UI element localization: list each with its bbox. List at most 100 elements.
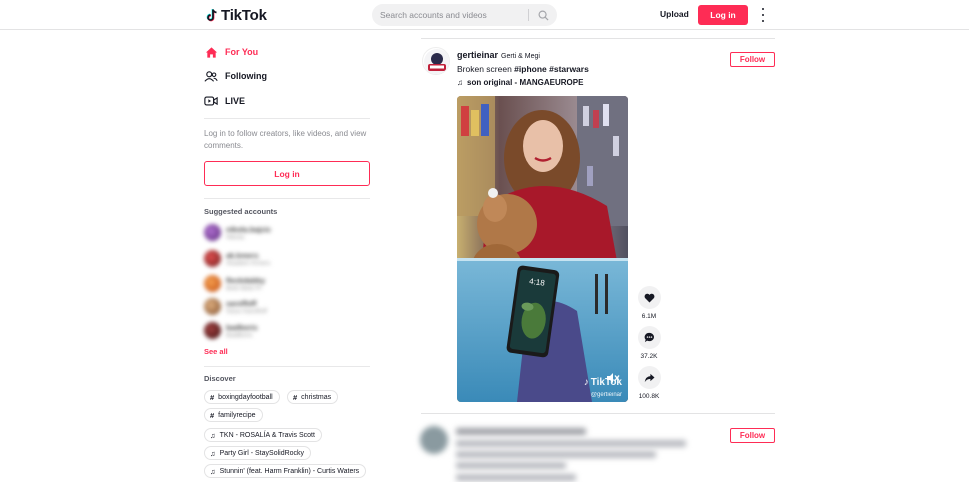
tiktok-logo[interactable]: TikTok bbox=[206, 6, 267, 24]
hashtag-icon: # bbox=[293, 392, 298, 402]
account-name: nikola.bajcic bbox=[226, 225, 272, 234]
see-all-link[interactable]: See all bbox=[204, 347, 228, 356]
more-options-icon[interactable] bbox=[758, 8, 768, 22]
author-username[interactable]: gertieinar bbox=[457, 50, 498, 60]
nav-label: LIVE bbox=[225, 96, 246, 106]
account-name: saroffoff bbox=[226, 299, 257, 308]
account-nickname: Bebi Bebi Pi bbox=[226, 285, 262, 292]
avatar bbox=[204, 298, 221, 315]
tag-label: christmas bbox=[301, 393, 332, 401]
next-post-author bbox=[456, 428, 586, 435]
account-name: ak.kmers bbox=[226, 251, 259, 260]
comment-icon bbox=[644, 332, 654, 343]
post-author[interactable]: gertieinar Gerti & Megi bbox=[457, 50, 540, 60]
home-icon bbox=[204, 45, 218, 59]
share-arrow-icon bbox=[644, 373, 654, 382]
sidebar-divider bbox=[204, 198, 370, 199]
discover-tag[interactable]: # boxingdayfootball bbox=[204, 390, 280, 404]
sidebar-divider bbox=[204, 366, 370, 367]
caption-text: Broken screen bbox=[457, 64, 515, 74]
search-icon bbox=[538, 10, 549, 21]
share-action[interactable]: 100.8K bbox=[637, 366, 661, 400]
like-count: 6.1M bbox=[641, 313, 657, 320]
next-post-caption bbox=[456, 462, 566, 469]
suggested-account[interactable]: fleckdabby Bebi Bebi Pi bbox=[204, 274, 370, 294]
share-button[interactable] bbox=[637, 366, 661, 389]
upload-link[interactable]: Upload bbox=[660, 9, 689, 19]
feed-divider bbox=[421, 38, 775, 39]
search-input[interactable] bbox=[380, 7, 525, 23]
login-button-header[interactable]: Log in bbox=[698, 5, 748, 25]
comment-count: 37.2K bbox=[640, 353, 658, 360]
search-divider bbox=[528, 9, 529, 21]
discover-tag[interactable]: # christmas bbox=[287, 390, 339, 404]
search-button[interactable] bbox=[534, 7, 552, 23]
tag-label: boxingdayfootball bbox=[218, 393, 273, 401]
video-frame: 4:18 bbox=[457, 96, 628, 402]
video-username-watermark: @gertieinar bbox=[590, 392, 622, 398]
heart-icon bbox=[644, 293, 654, 303]
discover-tag[interactable]: ♫ Party Girl - StaySolidRocky bbox=[204, 446, 312, 460]
nav-label: Following bbox=[225, 71, 267, 81]
author-avatar[interactable] bbox=[422, 47, 450, 75]
music-note-icon: ♫ bbox=[457, 78, 463, 87]
next-post-caption bbox=[456, 440, 686, 447]
follow-button[interactable]: Follow bbox=[730, 52, 775, 67]
next-post-avatar bbox=[420, 426, 448, 454]
nav-live[interactable]: LIVE bbox=[204, 93, 245, 109]
discover-tag[interactable]: ♫ TKN - ROSALÍA & Travis Scott bbox=[204, 428, 322, 442]
search-bar bbox=[372, 4, 557, 26]
music-note-icon: ♫ bbox=[210, 430, 216, 440]
video-player[interactable]: 4:18 ♪ TikTok @gertieinar bbox=[457, 96, 628, 402]
caption-hashtags[interactable]: #iphone #starwars bbox=[514, 64, 589, 74]
comment-button[interactable] bbox=[637, 326, 661, 349]
discover-tag[interactable]: # familyrecipe bbox=[204, 408, 263, 422]
tag-label: Party Girl - StaySolidRocky bbox=[219, 449, 305, 457]
tiktok-logo-icon: ♪ bbox=[583, 377, 589, 388]
account-nickname: BadBoris bbox=[226, 332, 253, 339]
suggested-account[interactable]: nikola.bajcic Nikola bbox=[204, 223, 370, 243]
login-prompt-text: Log in to follow creators, like videos, … bbox=[204, 129, 367, 150]
avatar bbox=[204, 250, 221, 267]
tag-label: Stunnin' (feat. Harm Franklin) - Curtis … bbox=[219, 467, 360, 475]
like-action[interactable]: 6.1M bbox=[637, 286, 661, 320]
live-icon bbox=[204, 94, 218, 108]
follow-button[interactable]: Follow bbox=[730, 428, 775, 443]
music-note-icon: ♫ bbox=[210, 466, 216, 476]
nav-label: For You bbox=[225, 47, 259, 57]
music-title: son original - MANGAEUROPE bbox=[467, 78, 584, 87]
sidebar: For You Following LIVE Log in to follow … bbox=[204, 30, 370, 482]
account-name: fleckdabby bbox=[226, 276, 266, 285]
tag-label: TKN - ROSALÍA & Travis Scott bbox=[219, 431, 315, 439]
feed-divider bbox=[421, 413, 775, 414]
like-button[interactable] bbox=[637, 286, 661, 309]
music-note-icon: ♫ bbox=[210, 448, 216, 458]
account-nickname: Akadem Kmers bbox=[226, 260, 271, 267]
next-post-caption bbox=[456, 451, 656, 458]
hashtag-icon: # bbox=[210, 392, 215, 402]
top-header: TikTok Upload Log in bbox=[0, 0, 969, 30]
discover-title: Discover bbox=[204, 374, 236, 383]
suggested-account[interactable]: saroffoff Sasa Saroffoff bbox=[204, 297, 370, 317]
suggested-account[interactable]: ak.kmers Akadem Kmers bbox=[204, 249, 370, 269]
sidebar-divider bbox=[204, 118, 370, 119]
suggested-account[interactable]: badboris BadBoris bbox=[204, 321, 370, 341]
nav-following[interactable]: Following bbox=[204, 68, 267, 84]
avatar bbox=[204, 322, 221, 339]
hashtag-icon: # bbox=[210, 410, 215, 420]
discover-tag[interactable]: ♫ Stunnin' (feat. Harm Franklin) - Curti… bbox=[204, 464, 367, 478]
next-post-music bbox=[456, 474, 576, 481]
author-nickname: Gerti & Megi bbox=[501, 53, 540, 60]
tag-label: familyrecipe bbox=[218, 411, 256, 419]
share-count: 100.8K bbox=[638, 393, 660, 400]
post-music[interactable]: ♫ son original - MANGAEUROPE bbox=[457, 78, 583, 87]
comment-action[interactable]: 37.2K bbox=[637, 326, 661, 360]
login-button-sidebar[interactable]: Log in bbox=[204, 161, 370, 186]
account-nickname: Nikola bbox=[226, 234, 245, 241]
author-avatar-image bbox=[424, 49, 449, 74]
post-caption: Broken screen #iphone #starwars bbox=[457, 64, 589, 74]
logo-text: TikTok bbox=[221, 6, 267, 24]
video-tiktok-watermark: ♪ TikTok bbox=[584, 377, 622, 388]
nav-for-you[interactable]: For You bbox=[204, 44, 258, 60]
suggested-accounts-title: Suggested accounts bbox=[204, 207, 278, 216]
